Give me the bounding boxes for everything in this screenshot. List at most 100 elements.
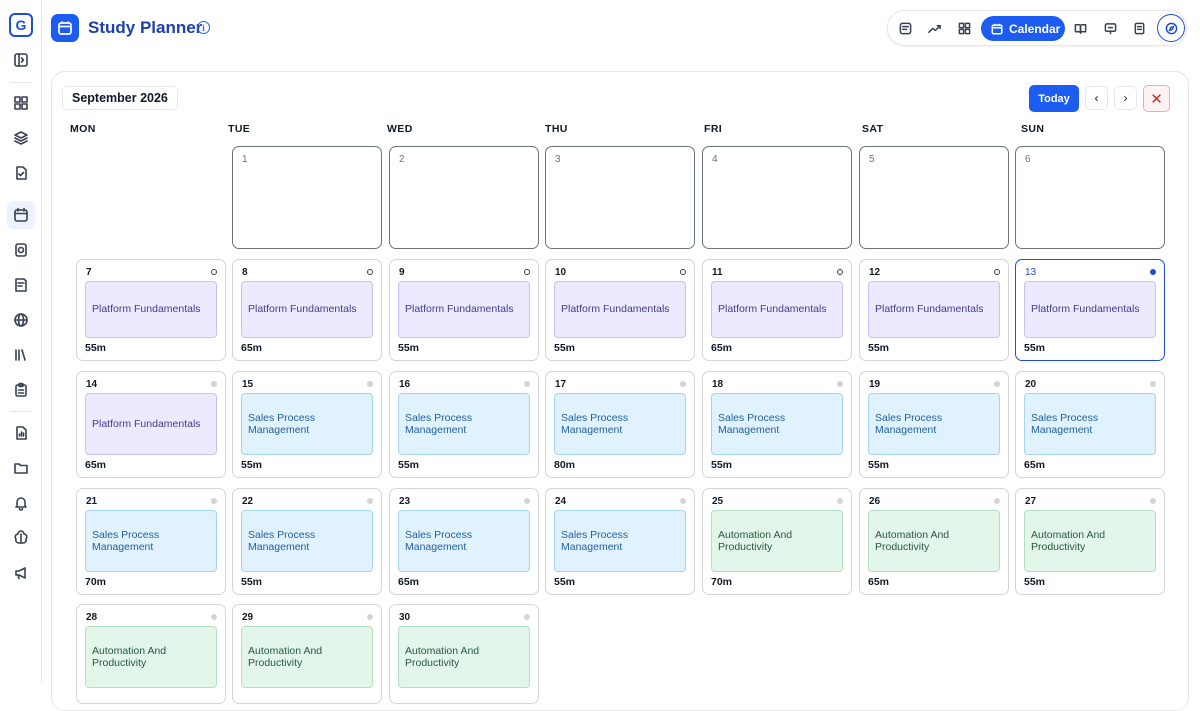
book-icon[interactable]: [1072, 20, 1088, 36]
study-session-event[interactable]: Sales Process Management: [711, 393, 843, 455]
checklist-icon[interactable]: [897, 20, 913, 36]
day-cell[interactable]: 16 Sales Process Management 55m: [389, 371, 539, 478]
day-cell[interactable]: 21 Sales Process Management 70m: [76, 488, 226, 595]
study-session-event[interactable]: Automation And Productivity: [1024, 510, 1156, 572]
day-number: 4: [712, 154, 718, 165]
presentation-icon[interactable]: [1102, 20, 1118, 36]
library-icon[interactable]: [11, 345, 31, 365]
left-rail: G: [0, 0, 42, 682]
month-label[interactable]: September 2026: [62, 86, 178, 110]
day-cell[interactable]: 17 Sales Process Management 80m: [545, 371, 695, 478]
layers-icon[interactable]: [11, 128, 31, 148]
day-cell[interactable]: 28 Automation And Productivity: [76, 604, 226, 704]
day-cell[interactable]: 6: [1015, 146, 1165, 249]
day-cell[interactable]: 22 Sales Process Management 55m: [232, 488, 382, 595]
day-cell[interactable]: 23 Sales Process Management 65m: [389, 488, 539, 595]
session-duration: 65m: [241, 342, 263, 354]
day-cell[interactable]: 5: [859, 146, 1009, 249]
app-logo-icon[interactable]: G: [9, 13, 33, 37]
document-check-icon[interactable]: [11, 163, 31, 183]
bookmark-icon[interactable]: [1131, 20, 1147, 36]
day-cell[interactable]: 24 Sales Process Management 55m: [545, 488, 695, 595]
bell-icon[interactable]: [11, 493, 31, 513]
study-session-event[interactable]: Automation And Productivity: [241, 626, 373, 688]
day-cell[interactable]: 3: [545, 146, 695, 249]
quiz-icon[interactable]: [11, 240, 31, 260]
study-session-event[interactable]: Platform Fundamentals: [554, 281, 686, 338]
study-session-event[interactable]: Sales Process Management: [554, 510, 686, 572]
day-cell[interactable]: 2: [389, 146, 539, 249]
study-session-event[interactable]: Platform Fundamentals: [711, 281, 843, 338]
day-cell[interactable]: 19 Sales Process Management 55m: [859, 371, 1009, 478]
info-icon[interactable]: i: [197, 21, 210, 34]
day-number: 14: [86, 379, 98, 390]
study-session-event[interactable]: Platform Fundamentals: [241, 281, 373, 338]
day-cell[interactable]: 9 Platform Fundamentals 55m: [389, 259, 539, 361]
trend-icon[interactable]: [926, 20, 942, 36]
day-cell[interactable]: 4: [702, 146, 852, 249]
session-duration: 55m: [868, 459, 890, 471]
study-session-event[interactable]: Platform Fundamentals: [85, 281, 217, 338]
study-session-event[interactable]: Sales Process Management: [241, 510, 373, 572]
day-cell-today[interactable]: 13 Platform Fundamentals 55m: [1015, 259, 1165, 361]
study-session-event[interactable]: Platform Fundamentals: [398, 281, 530, 338]
day-cell[interactable]: 15 Sales Process Management 55m: [232, 371, 382, 478]
globe-icon[interactable]: [11, 310, 31, 330]
brain-icon[interactable]: [11, 528, 31, 548]
prev-month-button[interactable]: ‹: [1085, 86, 1108, 110]
day-cell[interactable]: 10 Platform Fundamentals 55m: [545, 259, 695, 361]
status-dot-icon: [1150, 381, 1156, 387]
grid-icon[interactable]: [956, 20, 972, 36]
day-cell[interactable]: 1: [232, 146, 382, 249]
study-session-event[interactable]: Sales Process Management: [241, 393, 373, 455]
day-cell[interactable]: 8 Platform Fundamentals 65m: [232, 259, 382, 361]
status-dot-icon: [211, 498, 217, 504]
next-month-button[interactable]: ›: [1114, 86, 1137, 110]
study-session-event[interactable]: Automation And Productivity: [868, 510, 1000, 572]
megaphone-icon[interactable]: [11, 563, 31, 583]
day-cell[interactable]: 12 Platform Fundamentals 55m: [859, 259, 1009, 361]
report-icon[interactable]: [11, 423, 31, 443]
day-number: 30: [399, 612, 411, 623]
panel-toggle-icon[interactable]: [11, 50, 31, 70]
weekday-label: MON: [70, 123, 96, 135]
study-session-event[interactable]: Sales Process Management: [1024, 393, 1156, 455]
status-dot-icon: [524, 381, 530, 387]
session-duration: 65m: [1024, 459, 1046, 471]
compass-icon[interactable]: [1157, 14, 1185, 42]
session-duration: 55m: [868, 342, 890, 354]
day-cell[interactable]: 30 Automation And Productivity: [389, 604, 539, 704]
day-number: 19: [869, 379, 881, 390]
study-session-event[interactable]: Platform Fundamentals: [868, 281, 1000, 338]
day-cell[interactable]: 14 Platform Fundamentals 65m: [76, 371, 226, 478]
study-session-event[interactable]: Automation And Productivity: [398, 626, 530, 688]
today-button[interactable]: Today: [1029, 85, 1079, 112]
day-cell[interactable]: 20 Sales Process Management 65m: [1015, 371, 1165, 478]
notes-icon[interactable]: [11, 275, 31, 295]
study-session-event[interactable]: Sales Process Management: [398, 393, 530, 455]
study-session-event[interactable]: Automation And Productivity: [85, 626, 217, 688]
study-session-event[interactable]: Automation And Productivity: [711, 510, 843, 572]
calendar-nav-icon[interactable]: [7, 201, 35, 229]
study-session-event[interactable]: Sales Process Management: [554, 393, 686, 455]
day-cell[interactable]: 29 Automation And Productivity: [232, 604, 382, 704]
study-session-event[interactable]: Sales Process Management: [868, 393, 1000, 455]
day-number: 17: [555, 379, 567, 390]
day-cell[interactable]: 18 Sales Process Management 55m: [702, 371, 852, 478]
day-cell[interactable]: 11 Platform Fundamentals 65m: [702, 259, 852, 361]
day-cell[interactable]: 27 Automation And Productivity 55m: [1015, 488, 1165, 595]
close-button[interactable]: ✕: [1143, 85, 1170, 112]
study-session-event[interactable]: Platform Fundamentals: [85, 393, 217, 455]
day-cell[interactable]: 25 Automation And Productivity 70m: [702, 488, 852, 595]
day-number: 15: [242, 379, 254, 390]
folder-icon[interactable]: [11, 458, 31, 478]
day-cell[interactable]: 26 Automation And Productivity 65m: [859, 488, 1009, 595]
clipboard-icon[interactable]: [11, 380, 31, 400]
session-duration: 55m: [398, 459, 420, 471]
study-session-event[interactable]: Platform Fundamentals: [1024, 281, 1156, 338]
study-session-event[interactable]: Sales Process Management: [398, 510, 530, 572]
day-cell[interactable]: 7 Platform Fundamentals 55m: [76, 259, 226, 361]
study-session-event[interactable]: Sales Process Management: [85, 510, 217, 572]
calendar-view-button[interactable]: Calendar: [981, 16, 1065, 41]
dashboard-icon[interactable]: [11, 93, 31, 113]
